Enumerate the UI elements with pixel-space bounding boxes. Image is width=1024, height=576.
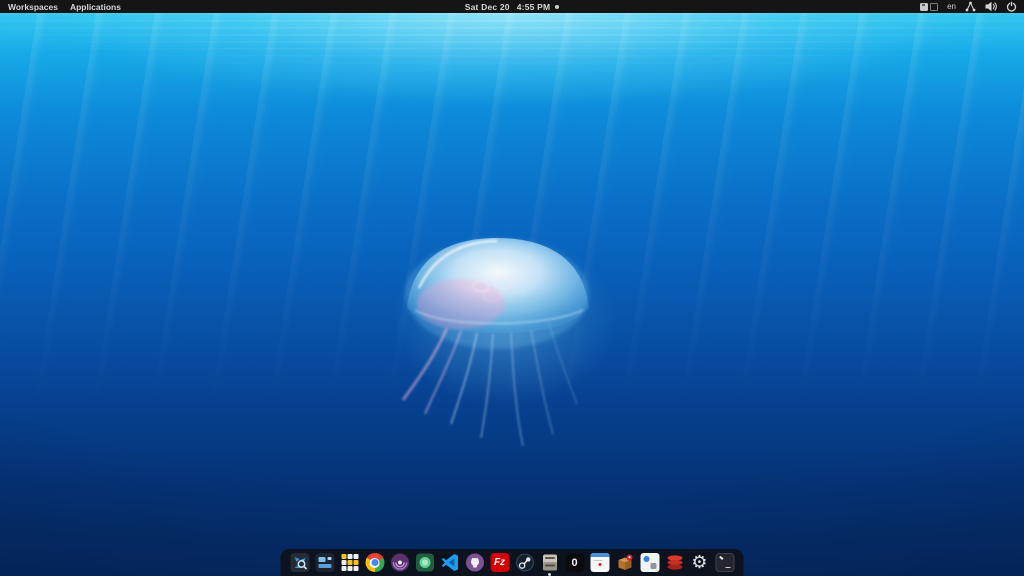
dock-item-settings[interactable]: ⚙ xyxy=(690,553,710,573)
dock-item-calendar-app[interactable] xyxy=(590,553,610,573)
notification-dot-icon xyxy=(555,4,560,9)
keyboard-layout-indicator[interactable]: en xyxy=(947,2,956,11)
steam-icon xyxy=(515,553,534,572)
green-gem-icon xyxy=(415,553,434,572)
window-layout-icon xyxy=(315,553,334,572)
applications-menu[interactable]: Applications xyxy=(70,2,121,12)
package-box-icon xyxy=(618,554,632,570)
letter-o-icon: 0 xyxy=(565,553,584,572)
dock-item-terminal[interactable] xyxy=(715,553,735,573)
dock-item-letter-o-app[interactable]: 0 xyxy=(565,553,585,573)
workspace-pager-icon[interactable] xyxy=(920,2,939,11)
filezilla-icon: Fz xyxy=(490,553,509,572)
dock-item-app-grid-launcher[interactable] xyxy=(340,553,360,573)
system-tray: en xyxy=(920,1,1024,12)
tor-browser-icon xyxy=(390,553,409,572)
calendar-icon xyxy=(590,553,609,572)
clock-date: Sat Dec 20 xyxy=(464,1,510,12)
workspaces-menu[interactable]: Workspaces xyxy=(8,2,58,12)
dock-item-green-gem-app[interactable] xyxy=(415,553,435,573)
terminal-icon xyxy=(715,553,734,572)
workspace-idle[interactable] xyxy=(930,2,939,11)
dock-item-app-finder[interactable] xyxy=(290,553,310,573)
file-cabinet-icon xyxy=(542,554,557,571)
dock-item-package-box-app[interactable] xyxy=(615,553,635,573)
panel-clock-area: Sat Dec 20 4:55 PM xyxy=(0,2,1024,12)
vscode-icon xyxy=(441,554,458,571)
redis-icon xyxy=(667,555,682,570)
dock-item-steam[interactable] xyxy=(515,553,535,573)
panel-menus: Workspaces Applications xyxy=(0,2,121,12)
top-panel: Workspaces Applications Sat Dec 20 4:55 … xyxy=(0,0,1024,13)
dock-item-vscode[interactable] xyxy=(440,553,460,573)
workspace-active[interactable] xyxy=(920,2,929,11)
settings-gear-icon: ⚙ xyxy=(691,552,708,573)
dock-item-filezilla[interactable]: Fz xyxy=(490,553,510,573)
clock[interactable]: Sat Dec 20 4:55 PM xyxy=(465,2,551,12)
dock-item-redis-app[interactable] xyxy=(665,553,685,573)
dock-item-file-cabinet-app[interactable] xyxy=(540,553,560,576)
blue-dot-card-icon xyxy=(640,553,659,572)
running-indicator-dot xyxy=(548,572,551,576)
network-share-icon[interactable] xyxy=(965,1,976,12)
github-desktop-icon xyxy=(465,553,484,572)
volume-icon[interactable] xyxy=(985,1,997,12)
app-grid-icon xyxy=(341,554,358,571)
clock-time: 4:55 PM xyxy=(516,1,551,12)
dock-item-github-desktop[interactable] xyxy=(465,553,485,573)
dock-item-google-chrome[interactable] xyxy=(365,553,385,573)
power-icon[interactable] xyxy=(1006,1,1017,12)
chrome-icon xyxy=(365,553,384,572)
app-finder-icon xyxy=(290,553,309,572)
dock-item-blue-dot-card-app[interactable] xyxy=(640,553,660,573)
dock-item-tor-browser[interactable] xyxy=(390,553,410,573)
jellyfish-image xyxy=(401,238,589,447)
dock-item-window-layout-app[interactable] xyxy=(315,553,335,573)
dock: Fz 0 ⚙ xyxy=(280,549,744,576)
